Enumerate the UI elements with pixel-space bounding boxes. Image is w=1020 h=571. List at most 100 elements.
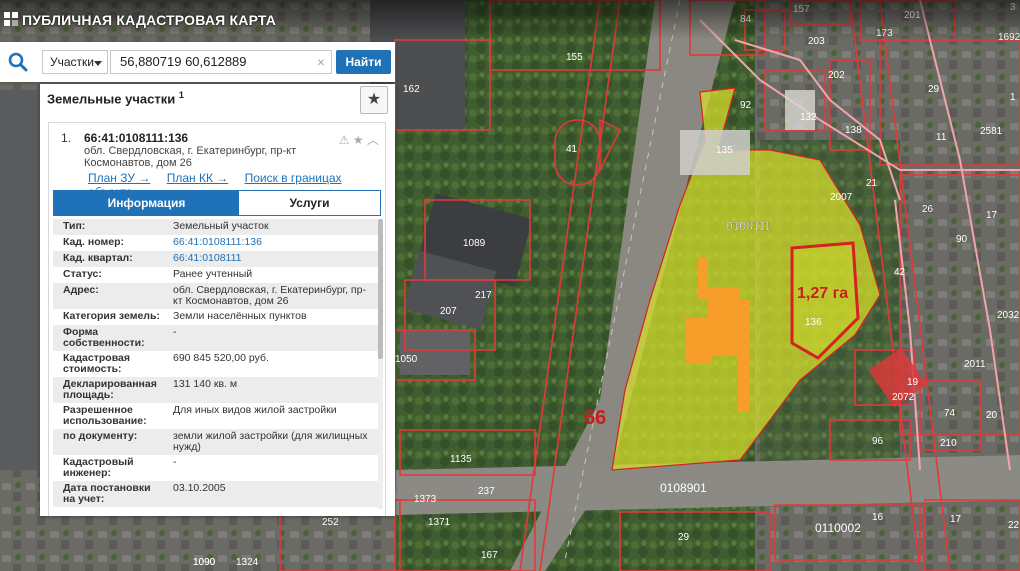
attribute-value: обл. Свердловская, г. Екатеринбург, пр-к… xyxy=(173,284,366,307)
object-type-select[interactable]: Участки xyxy=(42,50,108,74)
attribute-value: 03.10.2005 xyxy=(173,482,226,494)
plot-number-label: 138 xyxy=(845,125,862,136)
tab-bar: Информация Услуги xyxy=(53,190,381,216)
attribute-label: Кадастровая стоимость: xyxy=(63,352,130,375)
plot-number-label: 2072 xyxy=(892,392,915,403)
table-row: Тип: Земельный участок xyxy=(53,219,378,235)
card-actions: ⚠ ★ ︿ xyxy=(339,131,379,148)
result-card: 1. 66:41:0108111:136 обл. Свердловская, … xyxy=(48,122,386,516)
plot-number-label: 2011 xyxy=(964,359,986,370)
plot-number-label: 29 xyxy=(678,532,690,543)
plot-number-label: 135 xyxy=(716,145,733,156)
table-row: Статус: Ранее учтенный xyxy=(53,267,378,283)
industrial-roof xyxy=(400,330,470,375)
table-row: по документу: земли жилой застройки (для … xyxy=(53,429,378,455)
attribute-label: Тип: xyxy=(63,220,86,232)
tab-services[interactable]: Услуги xyxy=(239,191,380,215)
attribute-label: Разрешенное использование: xyxy=(63,404,147,427)
search-input[interactable]: 56,880719 60,612889 × xyxy=(110,50,332,74)
attribute-label: Форма собственности: xyxy=(63,326,145,349)
cadastral-number[interactable]: 66:41:0108111:136 xyxy=(84,131,188,145)
table-row: Дата постановки на учет: 03.10.2005 xyxy=(53,481,378,507)
attribute-label: Дата постановки на учет: xyxy=(63,482,151,505)
attribute-label: Кад. номер: xyxy=(63,236,125,248)
scrollbar[interactable] xyxy=(378,219,383,509)
plot-number-label: 207 xyxy=(440,306,457,317)
attribute-value: Ранее учтенный xyxy=(173,268,253,280)
attributes-table: Тип: Земельный участок Кад. номер: 66:41:01… xyxy=(53,219,378,516)
plot-number-label: 41 xyxy=(566,144,578,155)
table-row: Кадастровый инженер: - xyxy=(53,455,378,481)
road-number-label: 66 xyxy=(584,407,606,429)
plot-number-label: 155 xyxy=(566,52,583,63)
table-row: Адрес: обл. Свердловская, г. Екатеринбург… xyxy=(53,283,378,309)
quarter-label: 0108111 xyxy=(726,219,771,233)
attribute-label: Статус: xyxy=(63,268,102,280)
plot-number-label: 22 xyxy=(1008,520,1020,531)
plot-number-label: 1373 xyxy=(414,494,437,505)
plot-number-label: 2007 xyxy=(830,192,853,203)
attribute-label: Кадастровый инженер: xyxy=(63,456,134,479)
plot-number-label: 162 xyxy=(403,84,420,95)
clear-icon[interactable]: × xyxy=(317,51,325,73)
results-panel: Земельные участки 1 ★ 1. 66:41:0108111:1… xyxy=(40,84,395,516)
attribute-value[interactable]: 66:41:0108111 xyxy=(173,253,373,264)
plot-number-label: 210 xyxy=(940,438,957,449)
plot-number-label: 16 xyxy=(872,512,884,523)
attribute-value[interactable]: 66:41:0108111:136 xyxy=(173,237,373,248)
star-icon[interactable]: ★ xyxy=(353,133,364,147)
plot-number-label: 1 xyxy=(1010,92,1016,103)
warning-icon[interactable]: ⚠ xyxy=(339,133,350,147)
attribute-value: Земли населённых пунктов xyxy=(173,310,307,322)
plot-number-label: 2581 xyxy=(980,126,1003,137)
attribute-value: Для иных видов жилой застройки xyxy=(173,404,337,416)
link-plan-zu[interactable]: План ЗУ → xyxy=(88,171,150,185)
table-row: Декларированная площадь: 131 140 кв. м xyxy=(53,377,378,403)
plot-number-label: 1089 xyxy=(463,238,486,249)
find-button[interactable]: Найти xyxy=(336,50,391,74)
chevron-up-icon[interactable]: ︿ xyxy=(367,133,379,147)
quarter-label-east: 0110002 xyxy=(815,521,861,535)
plot-number-label: 1090 xyxy=(193,557,216,568)
tab-information[interactable]: Информация xyxy=(54,191,239,215)
panel-title: Земельные участки 1 xyxy=(47,90,184,106)
plot-number-label: 21 xyxy=(866,178,878,189)
search-icon[interactable] xyxy=(7,51,29,73)
star-icon: ★ xyxy=(366,91,382,108)
plot-number-label: 96 xyxy=(872,436,884,447)
plot-number-label: 20 xyxy=(986,410,998,421)
favorites-button[interactable]: ★ xyxy=(360,86,388,114)
plot-number-label: 74 xyxy=(944,408,956,419)
app-title: ПУБЛИЧНАЯ КАДАСТРОВАЯ КАРТА xyxy=(22,12,277,28)
attribute-value: 131 140 кв. м xyxy=(173,378,238,390)
tower-building xyxy=(785,90,815,130)
chevron-down-icon xyxy=(94,61,102,66)
attribute-label: Категория земель: xyxy=(63,310,160,322)
table-row: Форма собственности: - xyxy=(53,325,378,351)
plot-number-label: 167 xyxy=(481,550,498,561)
attribute-label: по документу: xyxy=(63,430,138,442)
attribute-value: - xyxy=(173,326,177,338)
table-row: Кадастровая стоимость: 690 845 520,00 руб… xyxy=(53,351,378,377)
plot-number-label: 1324 xyxy=(236,557,259,568)
attribute-label: Адрес: xyxy=(63,284,99,296)
plot-number-label: 2032 xyxy=(997,310,1020,321)
item-number: 1. xyxy=(61,131,72,145)
top-bar: ПУБЛИЧНАЯ КАДАСТРОВАЯ КАРТА xyxy=(0,0,1020,40)
scrollbar-thumb[interactable] xyxy=(378,219,383,359)
tower-building xyxy=(680,130,750,175)
parcel-area-label: 1,27 га xyxy=(797,285,848,302)
plot-number-label: 17 xyxy=(950,514,962,525)
link-plan-kk[interactable]: План КК → xyxy=(167,171,229,185)
attribute-value: - xyxy=(173,456,177,468)
plot-number-label: 1050 xyxy=(395,354,418,365)
plot-number-label: 252 xyxy=(322,517,339,528)
plot-number-label: 42 xyxy=(894,267,906,278)
search-bar: Участки 56,880719 60,612889 × Найти xyxy=(0,42,395,82)
plot-number-label: 92 xyxy=(740,100,752,111)
table-row: Кад. квартал: 66:41:0108111 xyxy=(53,251,378,267)
table-row: Разрешенное использование: Для иных видов… xyxy=(53,403,378,429)
search-input-value: 56,880719 60,612889 xyxy=(120,54,247,69)
plot-number-label: 1371 xyxy=(428,517,451,528)
quarter-label-south: 0108901 xyxy=(660,481,707,495)
